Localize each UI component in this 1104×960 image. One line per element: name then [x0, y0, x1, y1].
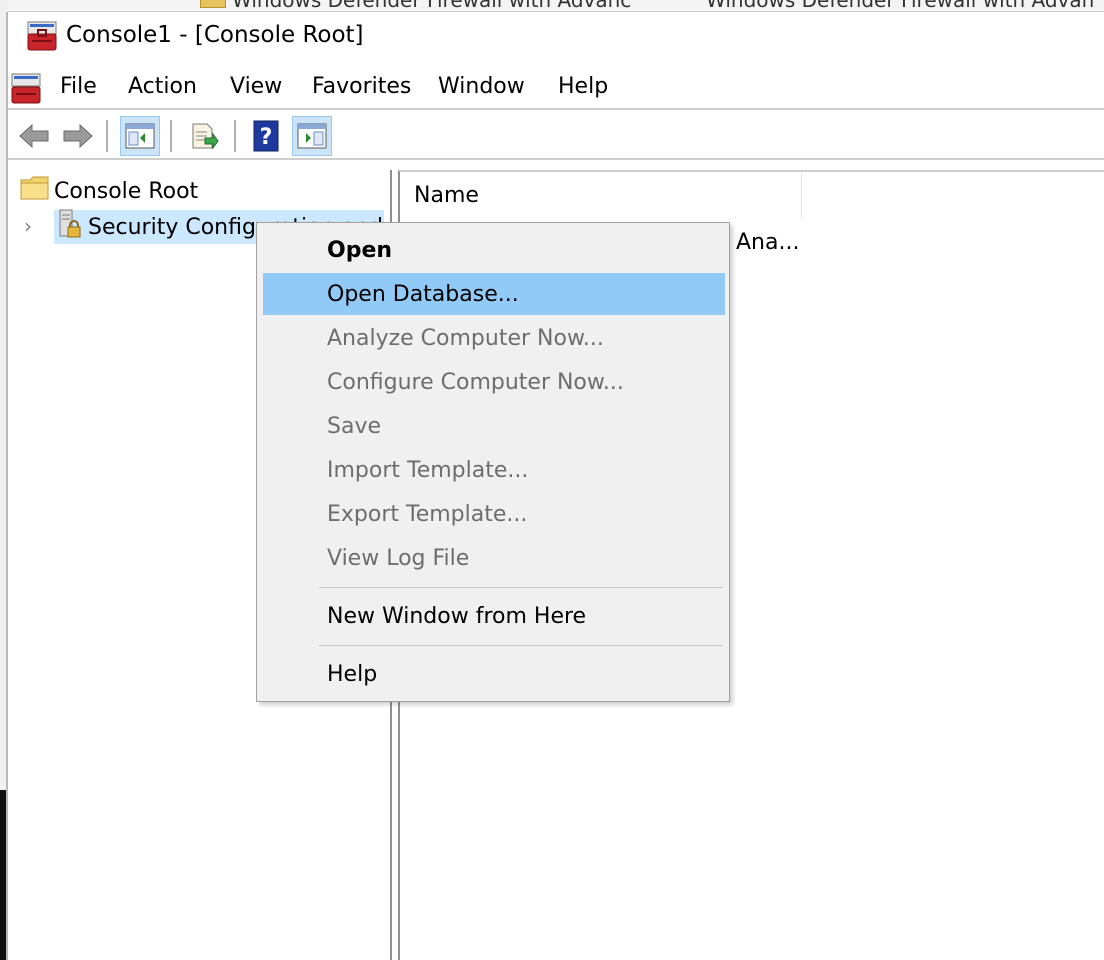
- toolbar-separator: [170, 120, 172, 152]
- context-menu-open-database[interactable]: Open Database...: [263, 273, 725, 315]
- context-menu-new-window-from-here[interactable]: New Window from Here: [263, 595, 725, 637]
- menu-bar: File Action View Favorites Window Help: [8, 64, 1104, 110]
- export-list-icon: [192, 123, 219, 150]
- help-icon: ?: [253, 120, 279, 152]
- show-hide-console-tree-button[interactable]: [120, 116, 160, 156]
- context-menu-open[interactable]: Open: [263, 229, 725, 271]
- security-lock-icon: [54, 209, 84, 245]
- toolbar-separator: [234, 120, 236, 152]
- menu-favorites[interactable]: Favorites: [310, 74, 413, 99]
- background-window-strip: Windows Defender Firewall with Advanc Wi…: [0, 0, 1104, 12]
- export-list-button[interactable]: [184, 116, 224, 156]
- title-bar: Console1 - [Console Root]: [8, 12, 1104, 62]
- show-hide-console-tree-icon: [125, 123, 155, 149]
- context-menu: Open Open Database... Analyze Computer N…: [256, 222, 730, 702]
- context-menu-analyze-computer-now: Analyze Computer Now...: [327, 325, 604, 351]
- menu-help[interactable]: Help: [556, 74, 610, 99]
- document-menu-icon[interactable]: [10, 72, 44, 112]
- context-menu-help[interactable]: Help: [263, 653, 725, 695]
- show-hide-action-pane-button[interactable]: [292, 116, 332, 156]
- tree-item-label: Console Root: [54, 178, 199, 204]
- forward-arrow-icon: [63, 123, 93, 149]
- context-menu-separator: [319, 587, 723, 588]
- list-item[interactable]: Ana...: [736, 230, 799, 255]
- context-menu-configure-computer-now: Configure Computer Now...: [327, 369, 624, 395]
- chevron-right-icon[interactable]: ›: [24, 214, 32, 238]
- forward-button[interactable]: [58, 116, 98, 156]
- show-hide-action-pane-icon: [297, 123, 327, 149]
- context-menu-export-template: Export Template...: [327, 501, 528, 527]
- menu-view[interactable]: View: [228, 74, 284, 99]
- context-menu-separator: [319, 645, 723, 646]
- menu-action[interactable]: Action: [126, 74, 199, 99]
- context-menu-view-log-file: View Log File: [327, 545, 470, 571]
- mmc-app-icon: [26, 20, 58, 58]
- tree-item-console-root[interactable]: Console Root: [20, 174, 198, 208]
- back-button[interactable]: [14, 116, 54, 156]
- background-tab-1: Windows Defender Firewall with Advanc: [232, 0, 632, 12]
- toolbar: ?: [8, 112, 1104, 160]
- help-button[interactable]: ?: [246, 116, 286, 156]
- context-menu-import-template: Import Template...: [327, 457, 529, 483]
- folder-icon: [200, 0, 226, 8]
- back-arrow-icon: [19, 123, 49, 149]
- svg-text:?: ?: [260, 125, 273, 150]
- menu-file[interactable]: File: [58, 74, 99, 99]
- background-tab-2: Windows Defender Firewall with Advan: [706, 0, 1095, 12]
- column-header-name[interactable]: Name: [400, 172, 802, 218]
- window-title: Console1 - [Console Root]: [66, 22, 364, 48]
- menu-window[interactable]: Window: [436, 74, 527, 99]
- toolbar-separator: [106, 120, 108, 152]
- context-menu-save: Save: [327, 413, 382, 439]
- folder-icon: [20, 175, 50, 207]
